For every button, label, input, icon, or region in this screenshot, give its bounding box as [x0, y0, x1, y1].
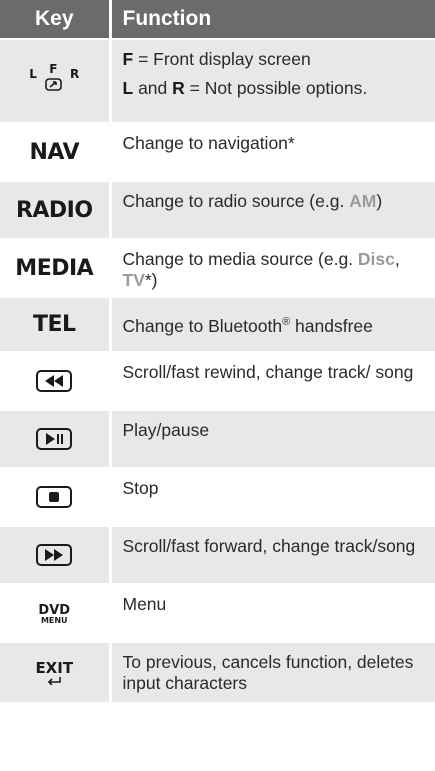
- key-cell: [0, 351, 112, 410]
- table-row: Stop: [0, 467, 435, 526]
- rewind-button-icon: [36, 370, 73, 392]
- table-header-row: Key Function: [0, 0, 435, 39]
- function-cell: To previous, cancels function, deletes i…: [110, 641, 435, 702]
- nav-key-label: NAV: [29, 139, 80, 165]
- function-cell: Change to radio source (e.g. AM): [110, 180, 435, 239]
- table-row: Scroll/fast rewind, change track/ song: [0, 351, 435, 410]
- table-row: EXIT To previous, cancels function, dele…: [0, 641, 435, 702]
- function-cell: Change to Bluetooth® handsfree: [110, 296, 435, 352]
- key-cell: EXIT: [0, 641, 112, 702]
- table-row: NAV Change to navigation*: [0, 122, 435, 181]
- key-cell: NAV: [0, 122, 112, 181]
- function-cell: Scroll/fast forward, change track/song: [110, 525, 435, 584]
- table-row: Scroll/fast forward, change track/song: [0, 525, 435, 584]
- dvd-menu-key-label: DVD MENU: [38, 603, 71, 625]
- function-cell: Scroll/fast rewind, change track/ song: [110, 351, 435, 410]
- stop-button-icon: [36, 486, 73, 508]
- back-arrow-icon: [48, 677, 62, 685]
- exit-key-label: EXIT: [35, 661, 73, 685]
- header-key: Key: [0, 0, 112, 39]
- table-row: DVD MENU Menu: [0, 583, 435, 642]
- function-cell: Stop: [110, 467, 435, 526]
- tel-key-label: TEL: [32, 312, 76, 337]
- function-cell: Change to navigation*: [110, 122, 435, 181]
- media-key-label: MEDIA: [15, 255, 94, 281]
- key-cell: [0, 409, 112, 468]
- key-cell: [0, 525, 112, 584]
- function-cell: F = Front display screen L and R = Not p…: [110, 38, 435, 123]
- key-cell: L F R: [0, 38, 112, 123]
- front-rear-select-icon: L F R: [27, 62, 81, 93]
- key-cell: MEDIA: [0, 238, 112, 297]
- table-row: Play/pause: [0, 409, 435, 468]
- function-cell: Menu: [110, 583, 435, 642]
- table-row: TEL Change to Bluetooth® handsfree: [0, 296, 435, 352]
- header-function: Function: [110, 0, 435, 39]
- key-cell: DVD MENU: [0, 583, 112, 642]
- table-row: L F R F = Front display screen L and R =…: [0, 38, 435, 123]
- radio-key-label: RADIO: [15, 197, 93, 223]
- key-function-table: Key Function L F R F = Front display scr…: [0, 0, 435, 702]
- table-row: MEDIA Change to media source (e.g. Disc,…: [0, 238, 435, 297]
- play-pause-button-icon: [36, 428, 73, 450]
- function-cell: Change to media source (e.g. Disc, TV*): [110, 238, 435, 297]
- fast-forward-button-icon: [36, 544, 73, 566]
- key-cell: TEL: [0, 296, 112, 352]
- key-cell: [0, 467, 112, 526]
- key-cell: RADIO: [0, 180, 112, 239]
- function-cell: Play/pause: [110, 409, 435, 468]
- table-row: RADIO Change to radio source (e.g. AM): [0, 180, 435, 239]
